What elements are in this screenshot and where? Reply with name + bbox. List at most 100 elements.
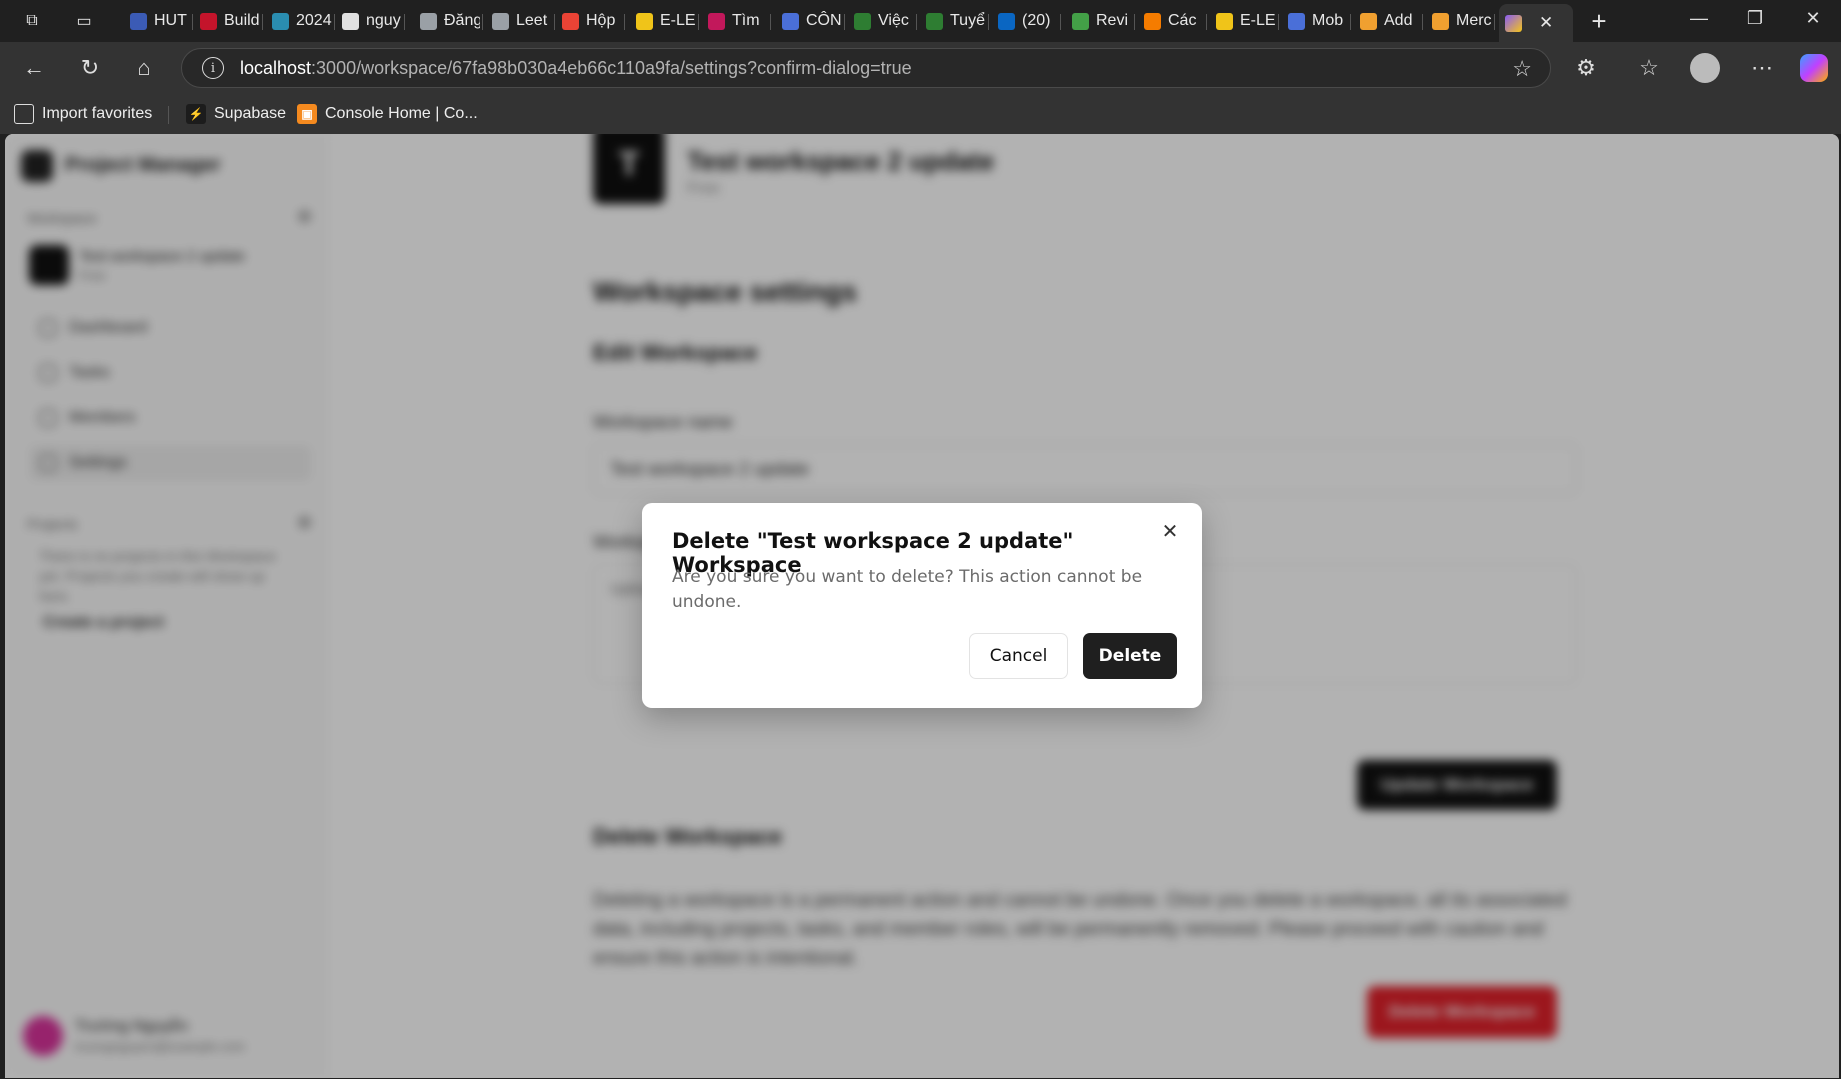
tab-separator bbox=[1422, 14, 1423, 30]
browser-tab[interactable]: Add bbox=[1354, 5, 1420, 37]
browser-tab[interactable]: Các bbox=[1138, 5, 1204, 37]
browser-tab[interactable]: CÔN bbox=[776, 5, 842, 37]
tab-separator bbox=[262, 14, 263, 30]
tab-label: Tuyể bbox=[950, 12, 985, 29]
browser-tab[interactable]: (20) bbox=[992, 5, 1058, 37]
page-viewport: Project Manager Workspace ⊕ Test workspa… bbox=[5, 134, 1839, 1078]
tab-favicon-icon bbox=[782, 12, 799, 30]
tab-label: CÔN bbox=[806, 12, 842, 29]
close-window-button[interactable]: ✕ bbox=[1790, 8, 1836, 29]
browser-tab[interactable]: Tuyể bbox=[920, 5, 986, 37]
favorites-bar: Import favorites ⚡ Supabase ▣ Console Ho… bbox=[0, 94, 1841, 134]
tab-favicon-icon bbox=[1288, 12, 1305, 30]
tab-label: Leet bbox=[516, 12, 548, 29]
browser-tab[interactable]: Revi bbox=[1066, 5, 1132, 37]
tab-separator bbox=[554, 14, 555, 30]
browser-tab[interactable]: Build bbox=[194, 5, 260, 37]
home-icon[interactable]: ⌂ bbox=[130, 54, 158, 82]
tab-separator bbox=[1134, 14, 1135, 30]
workspaces-icon[interactable]: ⧉ bbox=[16, 6, 48, 36]
tab-favicon-icon bbox=[562, 12, 579, 30]
tab-label: Các bbox=[1168, 12, 1197, 29]
tab-separator bbox=[988, 14, 989, 30]
back-icon[interactable]: ← bbox=[20, 54, 48, 82]
favorite-label: Console Home | Co... bbox=[325, 105, 478, 122]
supabase-icon: ⚡ bbox=[186, 104, 206, 124]
tab-separator bbox=[1206, 14, 1207, 30]
browser-tab[interactable]: Leet bbox=[486, 5, 552, 37]
url-host: localhost bbox=[240, 57, 312, 78]
tab-favicon-icon bbox=[1216, 12, 1233, 30]
copilot-icon[interactable] bbox=[1800, 54, 1828, 82]
site-info-icon[interactable]: i bbox=[202, 57, 224, 79]
tab-separator bbox=[624, 14, 625, 30]
tab-label: Build bbox=[224, 12, 260, 29]
tab-favicon-icon bbox=[342, 12, 359, 30]
favorite-label: Import favorites bbox=[42, 105, 153, 122]
tab-favicon-icon bbox=[1144, 12, 1161, 30]
url-text[interactable]: localhost:3000/workspace/67fa98b030a4eb6… bbox=[240, 58, 912, 79]
tab-label: Hộp bbox=[586, 12, 616, 29]
extensions-icon[interactable]: ⚙ bbox=[1572, 54, 1600, 82]
tab-separator bbox=[334, 14, 335, 30]
favorite-import[interactable]: Import favorites bbox=[14, 102, 152, 126]
tab-favicon-icon bbox=[708, 12, 725, 30]
browser-tab[interactable]: Mob bbox=[1282, 5, 1348, 37]
browser-tab[interactable]: nguy bbox=[336, 5, 402, 37]
tab-separator bbox=[482, 14, 483, 30]
browser-tab[interactable]: E-LE bbox=[630, 5, 696, 37]
tab-favicon-icon bbox=[1360, 12, 1377, 30]
restore-button[interactable]: ❐ bbox=[1732, 8, 1778, 29]
tab-label: Revi bbox=[1096, 12, 1129, 29]
browser-tab[interactable]: HUT bbox=[124, 5, 190, 37]
close-icon[interactable]: ✕ bbox=[1158, 519, 1182, 543]
browser-tab[interactable]: Việc bbox=[848, 5, 914, 37]
browser-tab[interactable]: Đăng bbox=[414, 5, 480, 37]
dialog-description: Are you sure you want to delete? This ac… bbox=[672, 567, 1143, 612]
tab-label: Tìm bbox=[732, 12, 760, 29]
tab-separator bbox=[916, 14, 917, 30]
tab-label: HUT bbox=[154, 12, 187, 29]
tab-favicon-icon bbox=[636, 12, 653, 30]
browser-tab[interactable]: Merc bbox=[1426, 5, 1492, 37]
browser-tab[interactable]: Hộp bbox=[556, 5, 622, 37]
favorite-supabase[interactable]: ⚡ Supabase bbox=[186, 102, 286, 126]
tab-active[interactable]: ✕ bbox=[1499, 4, 1573, 42]
tab-separator bbox=[1350, 14, 1351, 30]
tab-favicon-icon bbox=[998, 12, 1015, 30]
more-options-icon[interactable]: ⋯ bbox=[1748, 54, 1776, 82]
tab-favicon-icon bbox=[130, 12, 147, 30]
refresh-icon[interactable]: ↻ bbox=[76, 54, 104, 82]
favorite-star-icon[interactable]: ☆ bbox=[1512, 56, 1532, 82]
new-tab-button[interactable]: + bbox=[1583, 6, 1615, 36]
vite-favicon-icon bbox=[1505, 14, 1522, 32]
tab-favicon-icon bbox=[200, 12, 217, 30]
cancel-button[interactable]: Cancel bbox=[969, 633, 1068, 679]
browser-tab[interactable]: E-LE bbox=[1210, 5, 1276, 37]
confirm-delete-button[interactable]: Delete bbox=[1083, 633, 1177, 679]
tab-label: E-LE bbox=[1240, 12, 1276, 29]
tab-actions-icon[interactable]: ▭ bbox=[68, 6, 100, 36]
tab-favicon-icon bbox=[492, 12, 509, 30]
tab-label: Đăng bbox=[444, 12, 480, 29]
tab-separator bbox=[404, 14, 405, 30]
tab-separator bbox=[1060, 14, 1061, 30]
tab-label: Add bbox=[1384, 12, 1413, 29]
browser-tab[interactable]: 2024 bbox=[266, 5, 332, 37]
minimize-button[interactable]: — bbox=[1676, 8, 1722, 29]
tab-favicon-icon bbox=[1072, 12, 1089, 30]
browser-toolbar: ← ↻ ⌂ i localhost:3000/workspace/67fa98b… bbox=[0, 42, 1841, 94]
tab-label: nguy bbox=[366, 12, 401, 29]
tab-separator bbox=[192, 14, 193, 30]
url-path: :3000/workspace/67fa98b030a4eb66c110a9fa… bbox=[311, 57, 912, 78]
tab-favicon-icon bbox=[420, 12, 437, 30]
tab-separator bbox=[1494, 14, 1495, 30]
profile-avatar[interactable] bbox=[1690, 53, 1720, 83]
tab-close-icon[interactable]: ✕ bbox=[1539, 13, 1553, 33]
favorites-icon[interactable]: ☆ bbox=[1635, 54, 1663, 82]
favorite-console[interactable]: ▣ Console Home | Co... bbox=[297, 102, 478, 126]
address-bar[interactable]: i localhost:3000/workspace/67fa98b030a4e… bbox=[181, 48, 1551, 88]
tab-favicon-icon bbox=[272, 12, 289, 30]
browser-tab[interactable]: Tìm bbox=[702, 5, 768, 37]
tab-label: Việc bbox=[878, 12, 909, 29]
